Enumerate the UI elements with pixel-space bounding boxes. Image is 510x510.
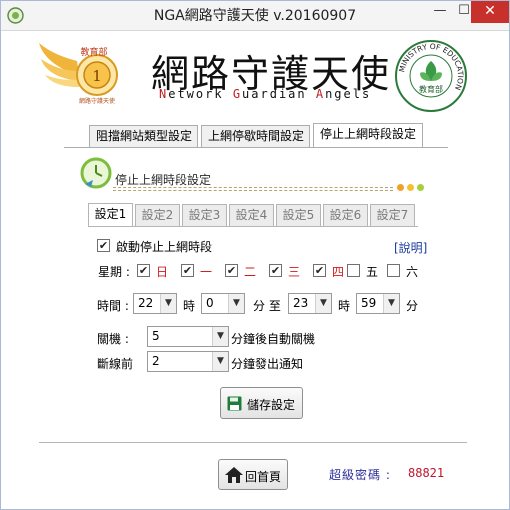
day-label-mon: 一	[200, 265, 213, 279]
super-password-label: 超級密碼 :	[329, 468, 391, 482]
end-minute-select[interactable]: 59 ▼	[356, 293, 400, 314]
tab-setting-5[interactable]: 設定5	[276, 204, 321, 226]
end-minute-unit: 分	[406, 299, 419, 313]
title-bar: NGA網路守護天使 v.20160907 — ☐ ✕	[1, 1, 509, 31]
notify-minutes-select[interactable]: 2 ▼	[147, 351, 229, 372]
tab-setting-3[interactable]: 設定3	[182, 204, 227, 226]
settings-tab-underline	[88, 226, 418, 227]
angel-badge-logo: 1 教育部 網路守護天使	[39, 43, 118, 105]
day-checkbox-mon[interactable]: ✔	[181, 264, 194, 277]
help-link[interactable]: [說明]	[394, 239, 427, 256]
shutdown-label: 關機 :	[97, 332, 129, 346]
start-hour-unit: 時	[183, 299, 196, 313]
chevron-down-icon: ▼	[315, 294, 331, 313]
start-minute-select[interactable]: 0 ▼	[201, 293, 245, 314]
chevron-down-icon: ▼	[228, 294, 244, 313]
day-checkbox-fri[interactable]	[347, 264, 360, 277]
day-label-fri: 五	[366, 265, 379, 279]
disconnect-suffix: 分鐘發出通知	[231, 357, 304, 371]
day-label-sun: 日	[156, 265, 169, 279]
badge-subtext: 網路守護天使	[79, 97, 115, 105]
weekday-label: 星期 :	[98, 265, 130, 279]
day-label-wed: 三	[288, 265, 301, 279]
start-hour-select[interactable]: 22 ▼	[133, 293, 177, 314]
save-label: 儲存設定	[247, 398, 296, 412]
minute-to-label: 分 至	[253, 299, 281, 313]
section-divider	[113, 187, 393, 191]
dot-green	[417, 184, 424, 191]
day-checkbox-thu[interactable]: ✔	[313, 264, 326, 277]
badge-text: 教育部	[80, 46, 107, 58]
day-label-tue: 二	[244, 265, 257, 279]
dot-orange	[397, 184, 404, 191]
tab-setting-7[interactable]: 設定7	[370, 204, 415, 226]
disconnect-label: 斷線前	[97, 357, 134, 371]
shutdown-suffix: 分鐘後自動關機	[231, 332, 316, 346]
moe-seal-logo: MINISTRY OF EDUCATION 教育部	[395, 40, 467, 112]
tab-setting-2[interactable]: 設定2	[135, 204, 180, 226]
day-checkbox-sat[interactable]	[387, 264, 400, 277]
chevron-down-icon: ▼	[160, 294, 176, 313]
footer-divider	[39, 442, 467, 443]
floppy-disk-icon	[227, 396, 242, 411]
chevron-down-icon: ▼	[383, 294, 399, 313]
section-title: 停止上網時段設定	[115, 173, 212, 187]
tab-setting-4[interactable]: 設定4	[229, 204, 274, 226]
home-icon	[225, 467, 243, 483]
dot-yellow	[407, 184, 414, 191]
save-button[interactable]: 儲存設定	[220, 387, 303, 419]
time-label: 時間 :	[97, 299, 129, 313]
tab-rest-time[interactable]: 上網停歇時間設定	[201, 125, 310, 147]
clock-icon	[80, 157, 112, 189]
tab-setting-1[interactable]: 設定1	[88, 203, 133, 226]
tab-setting-6[interactable]: 設定6	[323, 204, 368, 226]
chevron-down-icon: ▼	[212, 352, 228, 371]
badge-number: 1	[92, 67, 102, 85]
day-checkbox-tue[interactable]: ✔	[225, 264, 238, 277]
tab-stop-period[interactable]: 停止上網時段設定	[313, 123, 423, 147]
enable-checkbox[interactable]: ✔	[97, 239, 110, 252]
end-hour-select[interactable]: 23 ▼	[288, 293, 332, 314]
end-hour-unit: 時	[338, 299, 351, 313]
day-checkbox-wed[interactable]: ✔	[269, 264, 282, 277]
close-button[interactable]: ✕	[471, 1, 509, 23]
home-label: 回首頁	[245, 470, 282, 484]
enable-label: 啟動停止上網時段	[116, 240, 213, 254]
home-button[interactable]: 回首頁	[218, 459, 288, 490]
day-label-sat: 六	[406, 265, 419, 279]
chevron-down-icon: ▼	[212, 327, 228, 346]
day-label-thu: 四	[332, 265, 345, 279]
super-password-value: 88821	[408, 466, 445, 480]
tab-block-site-types[interactable]: 阻擋網站類型設定	[89, 125, 198, 147]
day-checkbox-sun[interactable]: ✔	[137, 264, 150, 277]
brand-title-en: Network Guardian Angels	[159, 87, 372, 101]
moe-center-text: 教育部	[419, 84, 443, 94]
shutdown-minutes-select[interactable]: 5 ▼	[147, 326, 229, 347]
app-window: NGA網路守護天使 v.20160907 — ☐ ✕ 1 教育部 網路守護天使 …	[0, 0, 510, 510]
